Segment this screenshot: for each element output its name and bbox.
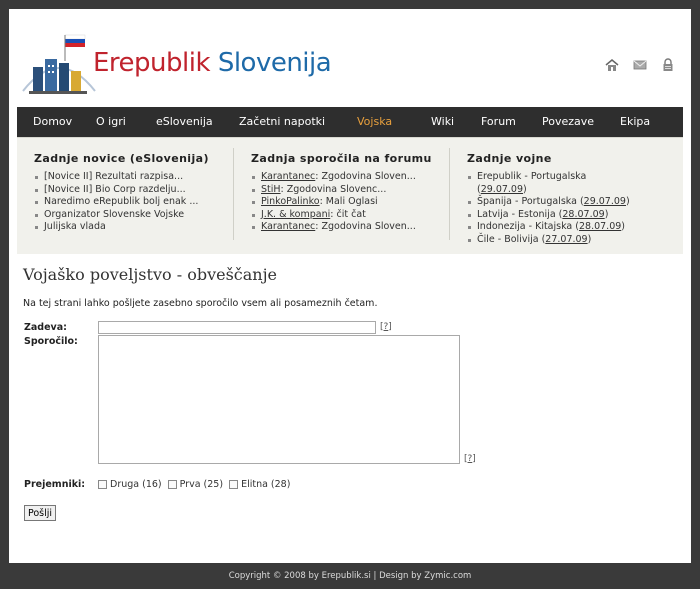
latest-news-column: Zadnje novice (eSlovenija) [Novice II] R… bbox=[34, 152, 209, 234]
page-title: Vojaško poveljstvo - obveščanje bbox=[23, 265, 278, 284]
recipient-checkbox[interactable] bbox=[229, 480, 239, 489]
forum-post-user[interactable]: PinkoPalinko bbox=[261, 196, 320, 207]
war-item-text: Španija - Portugalska bbox=[477, 196, 577, 208]
home-icon[interactable] bbox=[605, 57, 619, 71]
war-item-date[interactable]: 29.07.09 bbox=[481, 184, 523, 195]
news-panel: Zadnje novice (eSlovenija) [Novice II] R… bbox=[17, 137, 683, 254]
header: Erepublik Slovenija bbox=[9, 9, 691, 107]
forum-post-user[interactable]: Karantanec bbox=[261, 221, 315, 232]
forum-post-text: : Mali Oglasi bbox=[319, 196, 378, 208]
recipient-label: Prva (25) bbox=[179, 479, 224, 490]
forum-posts-column: Zadnja sporočila na forumu Karantanec: Z… bbox=[251, 152, 432, 234]
mail-icon[interactable] bbox=[633, 57, 647, 71]
forum-posts-title: Zadnja sporočila na forumu bbox=[251, 152, 432, 165]
news-item[interactable]: Naredimo eRepublik bolj enak ... bbox=[34, 196, 209, 209]
site-title-part1: Erepublik bbox=[93, 48, 211, 78]
recipient-elitna[interactable]: Elitna (28) bbox=[229, 479, 290, 490]
site-title[interactable]: Erepublik Slovenija bbox=[93, 48, 332, 78]
latest-wars-title: Zadnje vojne bbox=[467, 152, 552, 165]
help-mark[interactable]: ? bbox=[468, 454, 473, 464]
war-item-text: Erepublik - Portugalska bbox=[477, 171, 587, 182]
main-nav: Domov O igri eSlovenija Začetni napotki … bbox=[17, 107, 683, 137]
nav-item-ekipa[interactable]: Ekipa bbox=[620, 115, 650, 128]
subject-help-link[interactable]: [?] bbox=[380, 322, 392, 332]
war-item[interactable]: Indonezija - Kitajska (28.07.09) bbox=[467, 221, 630, 234]
nav-item-eslovenija[interactable]: eSlovenija bbox=[156, 115, 213, 128]
forum-post-user[interactable]: J.K. & kompani bbox=[261, 209, 330, 220]
site-logo[interactable] bbox=[19, 31, 99, 101]
footer: Copyright © 2008 by Erepublik.si | Desig… bbox=[228, 571, 472, 581]
recipient-prva[interactable]: Prva (25) bbox=[167, 479, 224, 490]
message-help-link[interactable]: [?] bbox=[464, 454, 476, 464]
war-item[interactable]: Latvija - Estonija (28.07.09) bbox=[467, 209, 630, 222]
latest-news-title: Zadnje novice (eSlovenija) bbox=[34, 152, 209, 165]
page: Erepublik Slovenija Domov O igri eSloven… bbox=[9, 9, 691, 563]
war-item-date[interactable]: 27.07.09 bbox=[545, 234, 587, 245]
forum-post-item[interactable]: PinkoPalinko: Mali Oglasi bbox=[251, 196, 432, 209]
forum-post-text: : Zgodovina Slovenc... bbox=[280, 183, 387, 195]
war-item[interactable]: Čile - Bolivija (27.07.09) bbox=[467, 234, 630, 247]
site-title-part2: Slovenija bbox=[217, 48, 332, 78]
lock-icon[interactable] bbox=[661, 57, 675, 71]
forum-post-user[interactable]: StiH bbox=[261, 184, 281, 195]
nav-item-o-igri[interactable]: O igri bbox=[96, 115, 126, 128]
forum-post-item[interactable]: Karantanec: Zgodovina Sloven... bbox=[251, 171, 432, 184]
recipient-label: Elitna (28) bbox=[241, 479, 291, 490]
news-item[interactable]: [Novice II] Bio Corp razdelju... bbox=[34, 184, 209, 197]
send-button[interactable]: Pošlji bbox=[24, 505, 56, 521]
nav-item-zacetni-napotki[interactable]: Začetni napotki bbox=[239, 115, 325, 128]
news-item[interactable]: Julijska vlada bbox=[34, 221, 209, 234]
recipient-label: Druga (16) bbox=[110, 479, 162, 490]
recipient-checkbox[interactable] bbox=[167, 480, 177, 489]
forum-post-text: : Zgodovina Sloven... bbox=[315, 221, 416, 233]
recipient-druga[interactable]: Druga (16) bbox=[98, 479, 162, 490]
top-icons bbox=[605, 57, 675, 71]
war-item[interactable]: Španija - Portugalska (29.07.09) bbox=[467, 196, 630, 209]
recipients-group: Druga (16) Prva (25) Elitna (28) bbox=[98, 479, 296, 490]
forum-post-item[interactable]: StiH: Zgodovina Slovenc... bbox=[251, 184, 432, 197]
column-divider bbox=[449, 148, 450, 240]
subject-label: Zadeva: bbox=[24, 322, 67, 333]
latest-wars-column: Zadnje vojne Erepublik - Portugalska (29.… bbox=[467, 152, 630, 247]
recipient-checkbox[interactable] bbox=[98, 480, 107, 489]
recipients-label: Prejemniki: bbox=[24, 479, 86, 490]
forum-post-text: : Zgodovina Sloven... bbox=[315, 171, 416, 182]
forum-post-text: : čit čat bbox=[330, 208, 366, 220]
help-mark[interactable]: ? bbox=[384, 322, 389, 332]
message-label: Sporočilo: bbox=[24, 336, 78, 347]
war-item-date[interactable]: 29.07.09 bbox=[584, 196, 626, 207]
war-item-text: Latvija - Estonija bbox=[477, 208, 556, 220]
war-item[interactable]: Erepublik - Portugalska (29.07.09) bbox=[467, 171, 630, 196]
nav-item-domov[interactable]: Domov bbox=[33, 115, 72, 128]
nav-item-vojska[interactable]: Vojska bbox=[357, 115, 392, 128]
column-divider bbox=[233, 148, 234, 240]
nav-item-forum[interactable]: Forum bbox=[481, 115, 516, 128]
main-content: Vojaško poveljstvo - obveščanje Na tej s… bbox=[23, 265, 679, 309]
war-item-date[interactable]: 28.07.09 bbox=[562, 209, 604, 220]
news-item[interactable]: Organizator Slovenske Vojske bbox=[34, 209, 209, 222]
nav-item-wiki[interactable]: Wiki bbox=[431, 115, 454, 128]
intro-text: Na tej strani lahko pošljete zasebno spo… bbox=[23, 298, 378, 309]
nav-item-povezave[interactable]: Povezave bbox=[542, 115, 594, 128]
subject-input[interactable] bbox=[98, 321, 376, 334]
war-item-text: Indonezija - Kitajska bbox=[477, 221, 573, 233]
message-textarea[interactable] bbox=[98, 335, 460, 464]
forum-post-item[interactable]: Karantanec: Zgodovina Sloven... bbox=[251, 221, 432, 234]
war-item-date[interactable]: 28.07.09 bbox=[579, 221, 621, 232]
news-item[interactable]: [Novice II] Rezultati razpisa... bbox=[34, 171, 209, 184]
forum-post-item[interactable]: J.K. & kompani: čit čat bbox=[251, 209, 432, 222]
war-item-text: Čile - Bolivija bbox=[477, 233, 539, 245]
forum-post-user[interactable]: Karantanec bbox=[261, 171, 315, 182]
